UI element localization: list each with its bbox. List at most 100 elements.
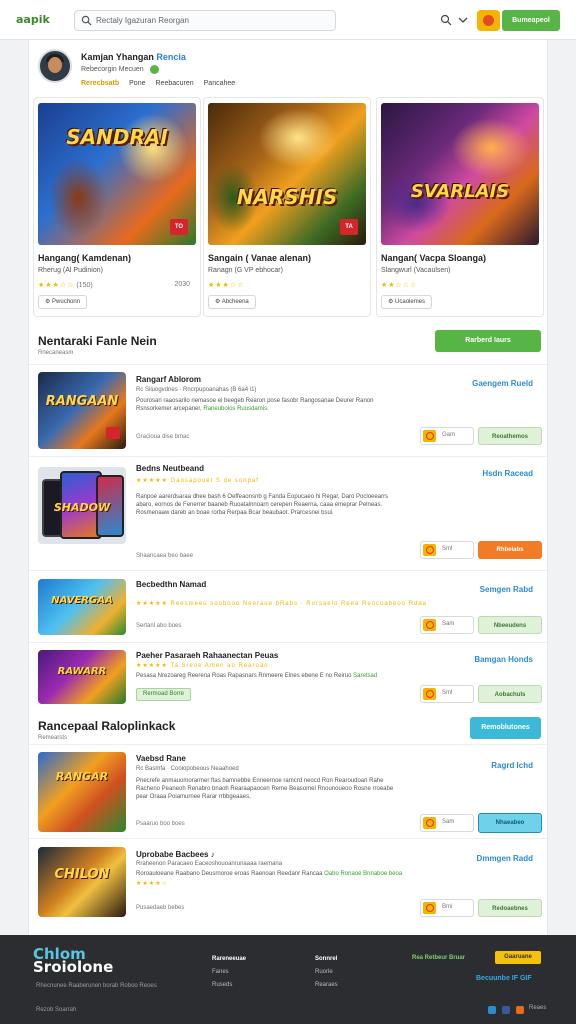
item-meta: Rraheenon Paracaeo Eaceoshouoanrunaaaa r…: [136, 861, 283, 867]
site-logo[interactable]: aapik: [16, 13, 50, 26]
featured-meta: Rherug (Al Pudinion): [38, 267, 103, 274]
item-link[interactable]: Dmmgen Radd: [477, 854, 533, 863]
coin-icon: [423, 688, 436, 700]
list-item[interactable]: NAVERGAA Becbedthn Namad ★★★★★ Reesmeeu …: [29, 570, 547, 642]
search-icon[interactable]: [440, 14, 452, 26]
item-action-button[interactable]: Redoaebnes: [478, 899, 542, 917]
game-thumbnail[interactable]: RANGAR: [38, 752, 126, 832]
item-footer: Pusaedaeb bebes: [136, 905, 185, 911]
chevron-down-icon[interactable]: [457, 14, 469, 26]
footer-description: Rhecnunee Raaberunen borab Roboo Reoes: [36, 983, 157, 989]
item-action-button[interactable]: Aobachuls: [478, 685, 542, 703]
coin-icon: [423, 430, 436, 442]
coin-icon: [423, 544, 436, 556]
featured-game-art[interactable]: SANDRAI TO: [38, 103, 196, 245]
search-bar[interactable]: Rectaly Igazuran Reorgan: [74, 10, 336, 31]
language-selector[interactable]: Reaes: [529, 1005, 546, 1011]
featured-rating: ★★★☆☆ (150) 2030: [38, 281, 190, 289]
item-title[interactable]: Becbedthn Namad: [136, 580, 206, 589]
footer-link[interactable]: Rareneeuae: [212, 953, 246, 966]
item-action-button[interactable]: Reoathemos: [478, 427, 542, 445]
featured-rating: ★★★☆☆: [208, 282, 245, 289]
item-action-button[interactable]: Nbeeudens: [478, 616, 542, 634]
featured-card[interactable]: NARSHIS TA Sangain ( Vanae alenan) Ranag…: [203, 97, 371, 317]
profile-tabs: Rerecbsatb Pone Reebacuren Pancahee: [81, 80, 235, 87]
profile-subtitle: Rebecorgin Mecuen: [81, 66, 144, 73]
item-footer: Shaancaea beo baee: [136, 553, 194, 559]
quantity-stepper[interactable]: Sml: [420, 541, 474, 559]
profile-avatar[interactable]: [38, 49, 72, 83]
quantity-stepper[interactable]: Sam: [420, 814, 474, 832]
footer-link[interactable]: Ruseds: [212, 979, 246, 992]
footer-contact[interactable]: Becuunbe IF GIF: [476, 975, 532, 982]
quantity-stepper[interactable]: Sml: [420, 685, 474, 703]
user-avatar-button[interactable]: [477, 10, 500, 31]
featured-card[interactable]: SANDRAI TO Hangang( Kamdenan) Rherug (Al…: [33, 97, 201, 317]
search-input[interactable]: Rectaly Igazuran Reorgan: [96, 16, 189, 25]
footer-column: Rareneeuae Fanes Ruseds: [212, 953, 246, 992]
newsletter-button[interactable]: Gaaruane: [495, 951, 541, 964]
featured-meta: Slangwurl (Vacaulsen): [381, 267, 451, 274]
item-title[interactable]: Bedns Neutbeand: [136, 464, 204, 473]
featured-action-button[interactable]: ⚙ Ucaolemes: [381, 295, 433, 309]
tab-more[interactable]: Pancahee: [204, 80, 236, 87]
newsletter-label: Rea Retbeur Bruar: [412, 955, 466, 961]
list-item[interactable]: CHILON Uprobabe Bacbees ♪ Rraheenon Para…: [29, 838, 547, 934]
item-link[interactable]: Gaengem Rueld: [472, 379, 533, 388]
featured-game-art[interactable]: SVARLAIS: [381, 103, 539, 245]
platform-badge: [106, 427, 120, 439]
twitter-icon[interactable]: [488, 1006, 496, 1014]
header-primary-button[interactable]: Bumeapeol: [502, 10, 560, 31]
footer-link[interactable]: Sonnrel: [315, 953, 338, 966]
rss-icon[interactable]: [516, 1006, 524, 1014]
quantity-stepper[interactable]: Sam: [420, 616, 474, 634]
platform-badge: TA: [340, 219, 358, 235]
game-thumbnail[interactable]: RANGAAN: [38, 372, 126, 449]
list-item[interactable]: SHADOW Bedns Neutbeand ★★★★★ Gaosapouet …: [29, 456, 547, 570]
item-title[interactable]: Paeher Pasaraeh Rahaanectan Peuas: [136, 651, 278, 660]
item-description: Pourosan raaosarilo riemasoe ei beegeb R…: [136, 398, 374, 412]
item-link[interactable]: Ragrd Ichd: [491, 761, 533, 770]
avatar-icon: [483, 15, 494, 26]
section-title: Nentaraki Fanle Nein: [38, 334, 157, 348]
item-title[interactable]: Rangarf Ablorom: [136, 375, 201, 384]
tab-games[interactable]: Pone: [129, 80, 145, 87]
facebook-icon[interactable]: [502, 1006, 510, 1014]
footer-link[interactable]: Fanes: [212, 966, 246, 979]
featured-game-art[interactable]: NARSHIS TA: [208, 103, 366, 245]
featured-title[interactable]: Hangang( Kamdenan): [38, 253, 131, 263]
item-footer: Sertanl abo boes: [136, 623, 182, 629]
game-thumbnail[interactable]: NAVERGAA: [38, 579, 126, 635]
item-link[interactable]: Semgen Rabd: [480, 585, 533, 594]
featured-action-button[interactable]: ⚙ Pwuchonn: [38, 295, 88, 309]
featured-action-button[interactable]: ⚙ Abcheena: [208, 295, 256, 309]
item-title[interactable]: Uprobabe Bacbees ♪: [136, 850, 215, 859]
item-link[interactable]: Bamgan Honds: [474, 655, 533, 664]
item-meta: ★★★★★ Reesmeeu soobooo Neeraue bRabs · R…: [136, 601, 428, 607]
game-thumbnail[interactable]: CHILON: [38, 847, 126, 917]
coin-icon: [423, 619, 436, 631]
game-thumbnail[interactable]: SHADOW: [38, 467, 126, 544]
item-title[interactable]: Vaebsd Rane: [136, 754, 186, 763]
featured-card[interactable]: SVARLAIS Nangan( Vacpa Sloanga) Slangwur…: [376, 97, 544, 317]
item-link[interactable]: Hsdn Racead: [482, 469, 533, 478]
list-item[interactable]: RANGAAN Rangarf Ablorom Rc Siluogvdnes ·…: [29, 364, 547, 456]
tab-overview[interactable]: Rerecbsatb: [81, 80, 119, 87]
featured-title[interactable]: Nangan( Vacpa Sloanga): [381, 253, 486, 263]
section-action-button[interactable]: Rarberd Iaurs: [435, 330, 541, 352]
item-action-button[interactable]: Rhbelabs: [478, 541, 542, 559]
list-item[interactable]: RAWARR Paeher Pasaraeh Rahaanectan Peuas…: [29, 642, 547, 710]
list-item[interactable]: RANGAR Vaebsd Rane Rc Basmfa · Coolopobe…: [29, 744, 547, 838]
coin-icon: [423, 817, 436, 829]
footer-link[interactable]: Rearaes: [315, 979, 338, 992]
game-thumbnail[interactable]: RAWARR: [38, 650, 126, 704]
footer-logo[interactable]: Chlom Sroiolone: [33, 947, 113, 975]
item-action-button[interactable]: Nhaeabeo: [478, 813, 542, 833]
footer-link[interactable]: Ruorle: [315, 966, 338, 979]
quantity-stepper[interactable]: Bmi: [420, 899, 474, 917]
tab-reviews[interactable]: Reebacuren: [156, 80, 194, 87]
quantity-stepper[interactable]: Gam: [420, 427, 474, 445]
section-action-button[interactable]: Remoblutones: [470, 717, 541, 739]
featured-title[interactable]: Sangain ( Vanae alenan): [208, 253, 311, 263]
status-badge: Rermoad Borre: [136, 688, 192, 701]
